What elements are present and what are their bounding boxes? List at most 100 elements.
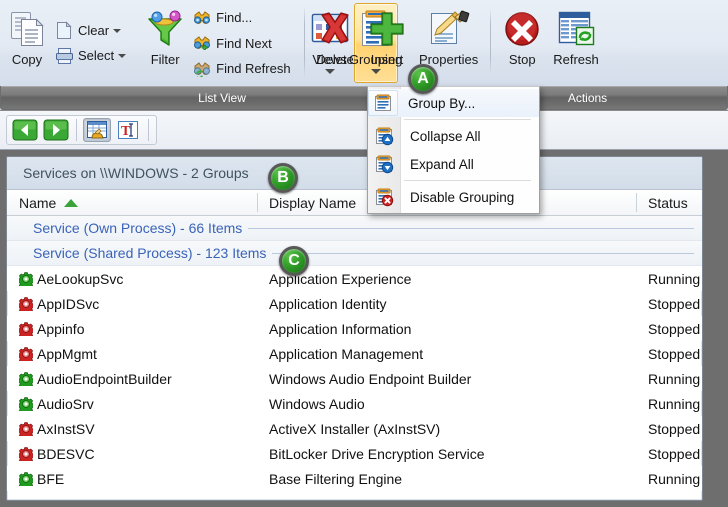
table-row[interactable]: BDESVCBitLocker Drive Encryption Service… xyxy=(7,441,702,466)
copy-icon xyxy=(9,8,45,50)
cell-status: Stopped xyxy=(636,346,702,362)
copy-button[interactable]: Copy xyxy=(5,3,49,83)
service-name-label: BFE xyxy=(37,471,64,487)
insert-plus-icon xyxy=(367,8,407,50)
menu-item-group-by[interactable]: Group By... xyxy=(368,89,539,117)
service-stopped-icon xyxy=(19,347,33,361)
group-header-rule xyxy=(272,253,694,254)
service-name-label: BDESVC xyxy=(37,446,95,462)
cell-status: Stopped xyxy=(636,446,702,462)
cell-service-name: AppIDSvc xyxy=(7,296,257,312)
forward-button[interactable] xyxy=(42,118,70,142)
column-header-name[interactable]: Name xyxy=(7,190,257,215)
column-header-name-label: Name xyxy=(19,195,56,211)
cell-service-name: AudioSrv xyxy=(7,396,257,412)
cell-display-name: Application Information xyxy=(257,321,636,337)
clear-page-icon xyxy=(54,21,74,41)
service-name-label: AppMgmt xyxy=(37,346,97,362)
menu-item-expand-all[interactable]: Expand All xyxy=(368,150,539,178)
toolbar-divider xyxy=(76,119,77,141)
cell-display-name: Application Experience xyxy=(257,271,636,287)
table-row[interactable]: AudioEndpointBuilder Windows Audio Endpoi… xyxy=(7,366,702,391)
find-button-label: Find... xyxy=(216,10,252,25)
find-next-button[interactable]: Find Next xyxy=(187,31,295,56)
back-button[interactable] xyxy=(11,118,39,142)
ribbon-caption-bar: List View Actions xyxy=(0,86,728,110)
table-row[interactable]: Appinfo Application InformationStopped xyxy=(7,316,702,341)
refresh-button-label: Refresh xyxy=(553,53,599,67)
cell-service-name: AeLookupSvc xyxy=(7,271,257,287)
arrow-left-icon xyxy=(12,119,38,141)
find-refresh-button[interactable]: Find Refresh xyxy=(187,56,295,81)
stop-button[interactable]: Stop xyxy=(497,3,547,83)
collapse-all-icon xyxy=(368,126,400,146)
cell-display-name: Windows Audio Endpoint Builder xyxy=(257,371,636,387)
service-stopped-icon xyxy=(19,297,33,311)
menu-item-expand-all-label: Expand All xyxy=(400,157,474,172)
table-row[interactable]: AudioSrvWindows AudioRunning xyxy=(7,391,702,416)
service-running-icon xyxy=(19,372,33,386)
service-name-label: AeLookupSvc xyxy=(37,271,123,287)
cell-service-name: AxInstSV xyxy=(7,421,257,437)
find-refresh-binoculars-icon xyxy=(192,59,212,79)
column-header-display-name-label: Display Name xyxy=(269,195,356,211)
stop-icon xyxy=(503,8,541,50)
delete-x-icon xyxy=(315,8,355,50)
cell-service-name: Appinfo xyxy=(7,321,257,337)
menu-item-disable-grouping[interactable]: Disable Grouping xyxy=(368,183,539,211)
service-name-label: AudioSrv xyxy=(37,396,94,412)
grouping-dropdown-menu: Group By... Collapse All xyxy=(367,86,540,214)
menu-separator xyxy=(404,119,531,120)
column-header-row: Name Display Name Status xyxy=(7,190,702,216)
cell-status: Running xyxy=(636,371,702,387)
stop-button-label: Stop xyxy=(509,53,536,67)
refresh-button[interactable]: Refresh xyxy=(547,3,605,83)
service-name-label: AudioEndpointBuilder xyxy=(37,371,172,387)
column-header-status[interactable]: Status xyxy=(636,190,702,215)
table-row[interactable]: AeLookupSvcApplication ExperienceRunning xyxy=(7,266,702,291)
cell-display-name: Windows Audio xyxy=(257,396,636,412)
grid-view-button[interactable] xyxy=(83,118,111,142)
table-row[interactable]: AppIDSvcApplication IdentityStopped xyxy=(7,291,702,316)
cell-display-name: Base Filtering Engine xyxy=(257,471,636,487)
cell-display-name: Application Management xyxy=(257,346,636,362)
find-binoculars-icon xyxy=(192,8,212,28)
service-name-label: Appinfo xyxy=(37,321,84,337)
insert-button[interactable]: Insert xyxy=(361,3,413,83)
ribbon-divider xyxy=(490,8,491,74)
select-button-label: Select xyxy=(78,48,114,63)
toolbar-divider xyxy=(148,119,149,141)
chevron-down-icon[interactable] xyxy=(113,29,121,33)
menu-separator xyxy=(404,180,531,181)
select-button[interactable]: Select xyxy=(49,43,131,68)
group-header-rule xyxy=(248,228,694,229)
group-header-row[interactable]: Service (Own Process) - 66 Items xyxy=(7,216,702,241)
text-view-button[interactable]: T xyxy=(114,118,142,142)
clear-button[interactable]: Clear xyxy=(49,18,131,43)
group-header-label: Service (Own Process) - 66 Items xyxy=(7,220,242,236)
service-name-label: AxInstSV xyxy=(37,421,95,437)
filter-button[interactable]: Filter xyxy=(143,3,187,83)
grid-hand-icon xyxy=(86,120,108,140)
table-row[interactable]: BFEBase Filtering EngineRunning xyxy=(7,466,702,491)
text-cursor-icon: T xyxy=(117,120,139,140)
table-row[interactable]: AppMgmt Application ManagementStopped xyxy=(7,341,702,366)
clear-button-label: Clear xyxy=(78,23,109,38)
chevron-down-icon[interactable] xyxy=(118,54,126,58)
menu-item-collapse-all[interactable]: Collapse All xyxy=(368,122,539,150)
table-row[interactable]: AxInstSVActiveX Installer (AxInstSV)Stop… xyxy=(7,416,702,441)
cell-display-name: Application Identity xyxy=(257,296,636,312)
svg-text:T: T xyxy=(121,124,131,139)
menu-item-disable-grouping-label: Disable Grouping xyxy=(400,190,514,205)
clear-select-column: Clear Select xyxy=(49,4,131,82)
cell-status: Stopped xyxy=(636,321,702,337)
group-header-row[interactable]: Service (Shared Process) - 123 Items xyxy=(7,241,702,266)
list-rows: Service (Own Process) - 66 Items Service… xyxy=(7,216,702,491)
select-icon xyxy=(54,46,74,66)
menu-item-group-by-label: Group By... xyxy=(398,96,475,111)
find-button[interactable]: Find... xyxy=(187,5,295,30)
service-rows: AeLookupSvc Application Experience Running… xyxy=(7,266,702,491)
refresh-grid-icon xyxy=(556,8,596,50)
delete-button[interactable]: Delete xyxy=(309,3,361,83)
cell-service-name: AppMgmt xyxy=(7,346,257,362)
